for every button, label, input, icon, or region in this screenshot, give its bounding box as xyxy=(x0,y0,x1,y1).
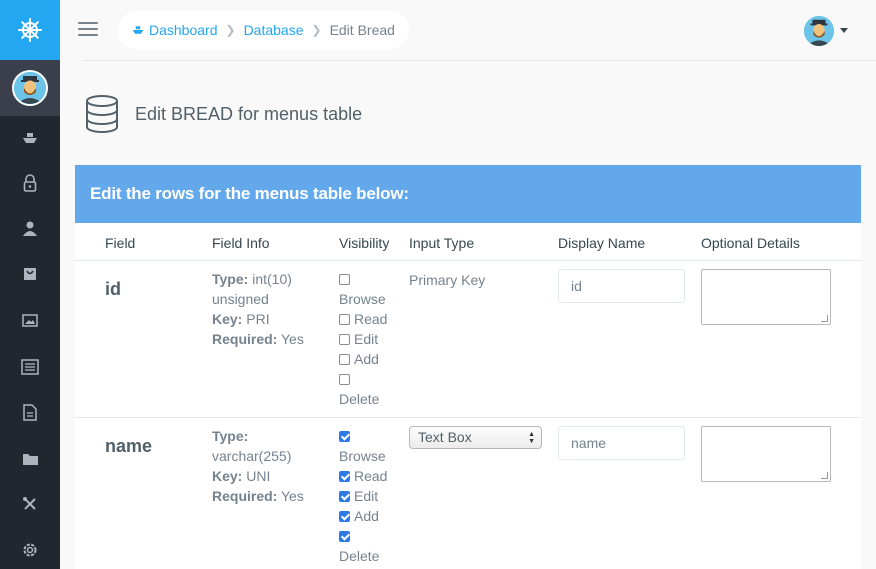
key-value: UNI xyxy=(246,468,271,484)
navbar-divider xyxy=(83,60,876,61)
browse-label: Browse xyxy=(339,448,386,464)
sidebar xyxy=(0,0,60,569)
select-arrows-icon: ▲ ▼ xyxy=(528,431,535,445)
image-icon xyxy=(22,313,38,327)
delete-label: Delete xyxy=(339,548,380,564)
browse-checkbox[interactable] xyxy=(339,273,350,285)
sidebar-item-users[interactable] xyxy=(0,206,60,250)
field-name: name xyxy=(105,436,153,456)
database-icon xyxy=(86,95,118,133)
field-name: id xyxy=(105,279,121,299)
visibility-group: Browse Read Edit Add Delete xyxy=(339,269,387,409)
panel-title: Edit the rows for the menus table below: xyxy=(90,184,409,203)
column-header-field: Field xyxy=(105,235,136,251)
required-value: Yes xyxy=(280,331,304,347)
document-icon xyxy=(23,403,37,421)
boat-icon xyxy=(132,26,144,34)
column-header-display-name: Display Name xyxy=(558,235,646,251)
read-label: Read xyxy=(354,311,388,327)
sidebar-user[interactable] xyxy=(0,60,60,116)
type-label: Type: xyxy=(212,271,249,287)
read-checkbox[interactable] xyxy=(339,313,350,325)
delete-label: Delete xyxy=(339,391,380,407)
delete-checkbox[interactable] xyxy=(339,373,350,385)
visibility-group: Browse Read Edit Add Delete xyxy=(339,426,387,566)
add-checkbox[interactable] xyxy=(339,353,350,365)
input-type-value: Primary Key xyxy=(409,272,486,288)
field-info: Type: int(10) unsigned Key: PRI Required… xyxy=(212,269,304,349)
shopping-bag-icon xyxy=(24,268,36,280)
add-label: Add xyxy=(354,508,379,524)
optional-details-textarea[interactable] xyxy=(701,269,831,325)
sidebar-item-lock[interactable] xyxy=(0,161,60,205)
sidebar-item-media[interactable] xyxy=(0,298,60,342)
brand-logo[interactable] xyxy=(0,0,60,60)
sidebar-item-boat[interactable] xyxy=(0,116,60,160)
sidebar-item-products[interactable] xyxy=(0,251,60,295)
key-label: Key: xyxy=(212,311,243,327)
panel-header: Edit the rows for the menus table below: xyxy=(75,165,861,223)
required-label: Required: xyxy=(212,331,278,347)
user-menu-avatar[interactable] xyxy=(804,16,834,46)
page-title: Edit BREAD for menus table xyxy=(135,104,363,124)
read-label: Read xyxy=(354,468,388,484)
required-value: Yes xyxy=(280,488,304,504)
sidebar-item-categories[interactable] xyxy=(0,437,60,481)
column-header-visibility: Visibility xyxy=(339,235,390,251)
read-checkbox[interactable] xyxy=(339,470,350,482)
resize-handle-icon[interactable] xyxy=(821,315,828,322)
header-divider xyxy=(75,260,861,261)
tools-icon xyxy=(23,497,36,510)
caret-down-icon[interactable] xyxy=(840,28,848,33)
field-info: Type: varchar(255) Key: UNI Required: Ye… xyxy=(212,426,304,506)
column-header-optional-details: Optional Details xyxy=(701,235,800,251)
boat-icon xyxy=(23,133,37,143)
sidebar-item-pages[interactable] xyxy=(0,390,60,434)
breadcrumb-dashboard-link[interactable]: Dashboard xyxy=(149,22,218,38)
edit-checkbox[interactable] xyxy=(339,333,350,345)
column-header-field-info: Field Info xyxy=(212,235,270,251)
sidebar-item-tools[interactable] xyxy=(0,482,60,526)
user-icon xyxy=(23,221,37,236)
edit-label: Edit xyxy=(354,331,379,347)
breadcrumb-database-link[interactable]: Database xyxy=(244,22,304,38)
key-label: Key: xyxy=(212,468,243,484)
edit-label: Edit xyxy=(354,488,379,504)
chevron-right-icon: ❯ xyxy=(311,23,322,37)
add-checkbox[interactable] xyxy=(339,510,350,522)
edit-checkbox[interactable] xyxy=(339,490,350,502)
browse-checkbox[interactable] xyxy=(339,430,350,442)
display-name-input[interactable]: id xyxy=(558,269,685,303)
type-value: int(10) xyxy=(252,271,292,287)
breadcrumb: Dashboard ❯ Database ❯ Edit Bread xyxy=(118,11,409,49)
optional-details-textarea[interactable] xyxy=(701,426,831,482)
settings-icon xyxy=(23,543,37,557)
type-extra: varchar(255) xyxy=(212,448,292,464)
avatar xyxy=(12,70,48,106)
ship-wheel-icon xyxy=(18,18,42,42)
key-value: PRI xyxy=(246,311,270,327)
breadcrumb-current: Edit Bread xyxy=(329,22,395,38)
bread-panel: Edit the rows for the menus table below:… xyxy=(75,165,861,569)
folder-icon xyxy=(22,454,38,465)
sidebar-item-posts[interactable] xyxy=(0,345,60,389)
lock-icon xyxy=(23,174,37,192)
add-label: Add xyxy=(354,351,379,367)
display-name-input[interactable]: name xyxy=(558,426,685,460)
type-extra: unsigned xyxy=(212,291,269,307)
news-icon xyxy=(21,359,39,375)
select-value: Text Box xyxy=(418,429,472,445)
delete-checkbox[interactable] xyxy=(339,530,350,542)
chevron-right-icon: ❯ xyxy=(225,23,236,37)
menu-toggle-button[interactable] xyxy=(78,22,98,38)
browse-label: Browse xyxy=(339,291,386,307)
type-label: Type: xyxy=(212,428,249,444)
required-label: Required: xyxy=(212,488,278,504)
sidebar-item-settings[interactable] xyxy=(0,528,60,569)
column-header-input-type: Input Type xyxy=(409,235,475,251)
resize-handle-icon[interactable] xyxy=(821,472,828,479)
row-divider xyxy=(75,417,861,418)
input-type-select[interactable]: Text Box ▲ ▼ xyxy=(409,426,542,449)
